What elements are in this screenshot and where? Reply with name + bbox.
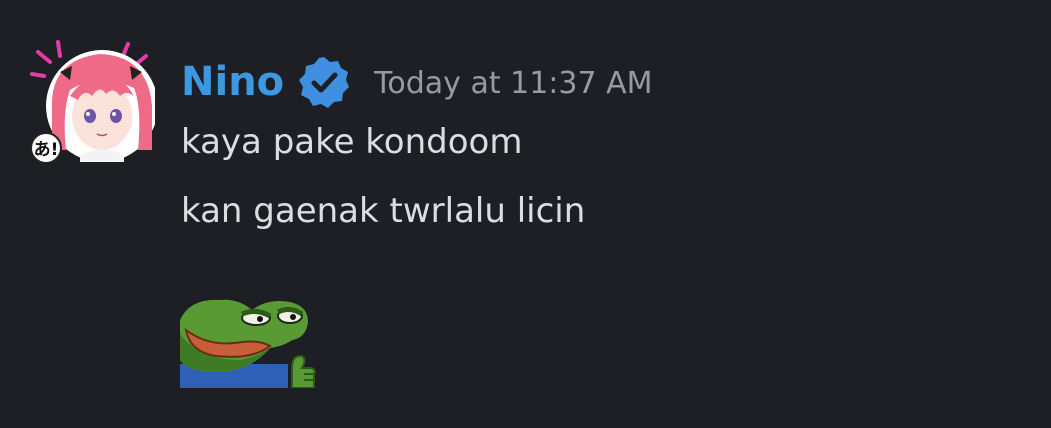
message-timestamp[interactable]: Today at 11:37 AM [374, 69, 652, 99]
message-header: Nino Today at 11:37 AM [181, 52, 653, 112]
sticker-image[interactable] [180, 290, 316, 388]
svg-text:あ!: あ! [34, 140, 59, 160]
anime-avatar-image: あ! [30, 40, 155, 163]
author-username[interactable]: Nino [181, 62, 284, 102]
message-text-line-1: kaya pake kondoom [181, 122, 523, 162]
message-text-line-2: kan gaenak twrlalu licin [181, 191, 586, 231]
chat-message: あ! Nino Today at 11:37 AM kaya pake kond… [0, 0, 1051, 428]
pepe-frog-thumbs-up-sticker [180, 299, 316, 388]
verified-icon [296, 54, 352, 110]
user-avatar[interactable]: あ! [30, 38, 155, 163]
